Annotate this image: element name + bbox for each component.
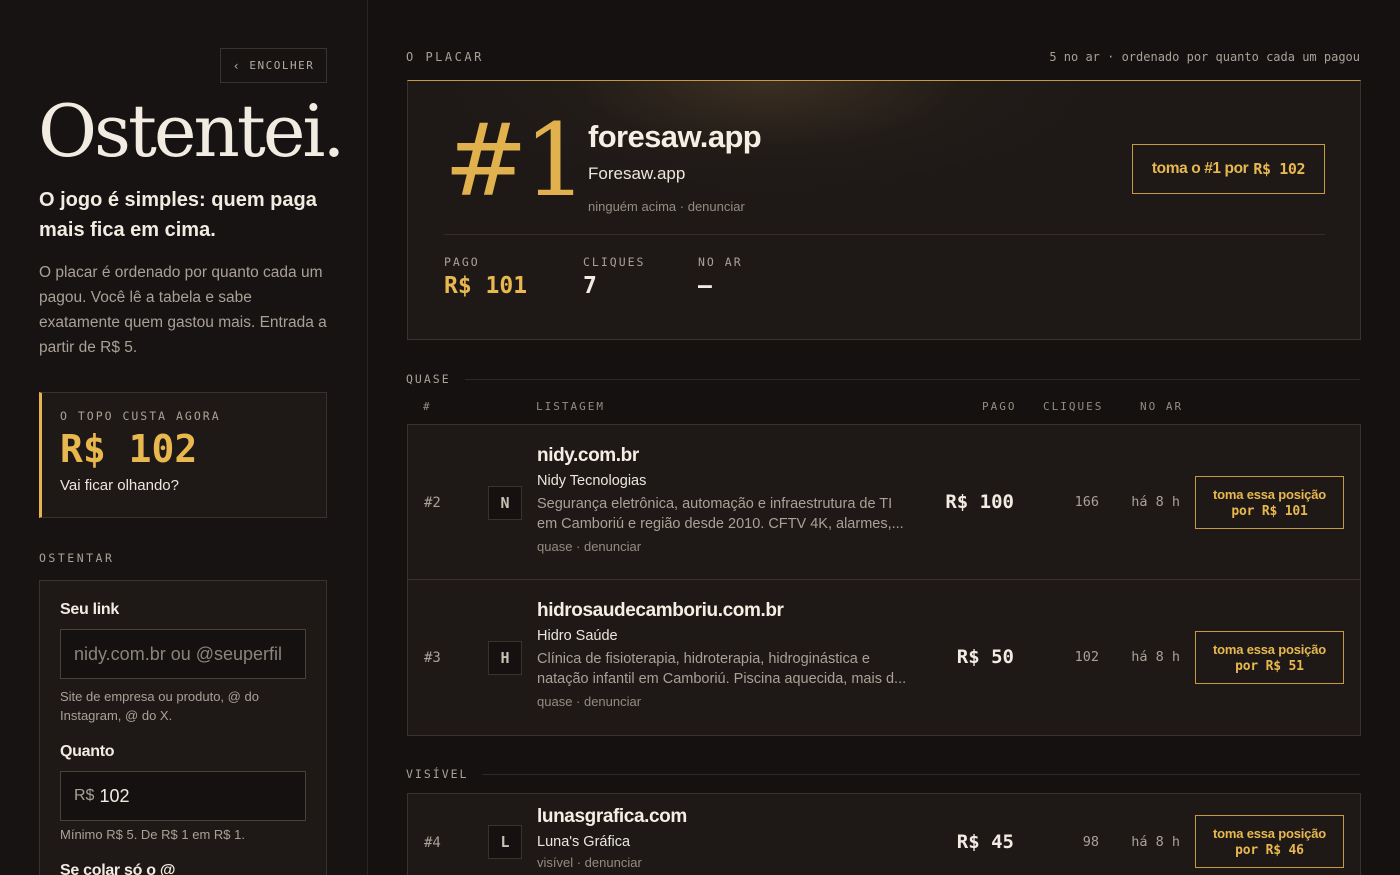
amount-field-label: Quanto — [60, 743, 115, 760]
brand-logo: Ostentei. — [38, 89, 345, 173]
stat-clicks-label: CLIQUES — [583, 255, 646, 269]
group-quase: QUASE — [406, 372, 1360, 386]
row-info: nidy.com.br Nidy Tecnologias Segurança e… — [537, 445, 909, 554]
stat-paid-label: PAGO — [444, 255, 480, 269]
leader-stat-air: NO AR — — [698, 255, 743, 299]
take-position-label: toma essa posição — [1213, 641, 1326, 657]
top-price-sub: Vai ficar olhando? — [60, 477, 179, 494]
link-field-wrapper — [60, 629, 306, 679]
leader-stat-clicks: CLIQUES 7 — [583, 255, 645, 299]
group-visivel-label: VISÍVEL — [406, 767, 469, 781]
top-price-value: R$ 102 — [60, 427, 198, 471]
row-domain-link[interactable]: nidy.com.br — [537, 445, 909, 467]
take-position-label: toma essa posição — [1213, 486, 1326, 502]
collapse-label: ENCOLHER — [249, 59, 315, 72]
link-field-label: Seu link — [60, 601, 119, 618]
group-quase-label: QUASE — [406, 372, 451, 386]
leader-card: #1 foresaw.app Foresaw.app ninguém acima… — [407, 80, 1361, 340]
top-price-label: O TOPO CUSTA AGORA — [60, 409, 221, 423]
take-first-amount: R$ 102 — [1253, 160, 1306, 178]
col-paid-header: PAGO — [982, 400, 1017, 413]
row-air: há 8 h — [1131, 494, 1180, 510]
leader-meta[interactable]: ninguém acima · denunciar — [588, 199, 745, 214]
row-air: há 8 h — [1131, 649, 1180, 665]
chevron-left-icon: ‹ — [232, 58, 242, 73]
leader-name: Foresaw.app — [588, 164, 686, 183]
intro-text: O placar é ordenado por quanto cada um p… — [39, 264, 327, 356]
board-summary: 5 no ar · ordenado por quanto cada um pa… — [1049, 50, 1360, 64]
collapse-button[interactable]: ‹ ENCOLHER — [220, 48, 327, 83]
row-clicks: 166 — [1074, 494, 1099, 510]
group-visivel: VISÍVEL — [406, 767, 1360, 781]
leader-divider — [444, 234, 1325, 235]
group-divider — [482, 773, 1360, 775]
row-rank: #3 — [424, 650, 441, 666]
row-name: Hidro Saúde — [537, 628, 618, 644]
row-meta[interactable]: quase · denunciar — [537, 694, 909, 709]
board-title: O PLACAR — [406, 50, 484, 64]
row-name: Luna's Gráfica — [537, 834, 631, 850]
row-paid: R$ 45 — [956, 831, 1014, 853]
table-row: #4 L lunasgrafica.com Luna's Gráfica vis… — [408, 794, 1360, 875]
take-position-button[interactable]: toma essa posição por R$ 51 — [1195, 631, 1344, 684]
row-clicks: 102 — [1074, 649, 1099, 665]
take-position-amount: por R$ 46 — [1235, 842, 1304, 858]
take-position-button[interactable]: toma essa posição por R$ 46 — [1195, 815, 1344, 868]
table-row: #2 N nidy.com.br Nidy Tecnologias Segura… — [408, 425, 1360, 580]
sidebar: ‹ ENCOLHER Ostentei. O jogo é simples: q… — [0, 0, 368, 875]
row-paid: R$ 50 — [956, 646, 1014, 668]
leader-domain-link[interactable]: foresaw.app — [588, 119, 762, 155]
col-listing-header: LISTAGEM — [536, 400, 605, 413]
rows-quase: #2 N nidy.com.br Nidy Tecnologias Segura… — [407, 424, 1361, 736]
row-meta[interactable]: quase · denunciar — [537, 539, 909, 554]
take-first-button[interactable]: toma o #1 por R$ 102 — [1132, 144, 1325, 194]
stat-air-value: — — [698, 273, 712, 299]
link-field-hint: Site de empresa ou produto, @ do Instagr… — [60, 689, 259, 723]
ostentar-section-label: OSTENTAR — [39, 551, 115, 565]
ostentar-form: Seu link Site de empresa ou produto, @ d… — [39, 580, 327, 875]
row-clicks: 98 — [1082, 834, 1099, 850]
currency-prefix: R$ — [74, 787, 95, 804]
row-rank: #4 — [424, 835, 441, 851]
board-header: O PLACAR 5 no ar · ordenado por quanto c… — [406, 50, 1360, 64]
group-divider — [464, 378, 1360, 380]
tagline: O jogo é simples: quem paga mais fica em… — [39, 189, 317, 241]
rows-visivel: #4 L lunasgrafica.com Luna's Gráfica vis… — [407, 793, 1361, 875]
row-description: Segurança eletrônica, automação e infrae… — [537, 496, 904, 532]
row-domain-link[interactable]: lunasgrafica.com — [537, 806, 909, 828]
leaderboard: O PLACAR 5 no ar · ordenado por quanto c… — [368, 0, 1400, 875]
row-name: Nidy Tecnologias — [537, 473, 647, 489]
col-clicks-header: CLIQUES — [1043, 400, 1104, 413]
row-info: hidrosaudecamboriu.com.br Hidro Saúde Cl… — [537, 600, 909, 709]
row-meta[interactable]: visível · denunciar — [537, 855, 909, 870]
row-domain-link[interactable]: hidrosaudecamboriu.com.br — [537, 600, 909, 622]
avatar: L — [488, 825, 522, 859]
amount-field-hint: Mínimo R$ 5. De R$ 1 em R$ 1. — [60, 827, 245, 842]
take-first-label: toma o #1 por — [1151, 160, 1249, 177]
col-rank-header: # — [423, 400, 432, 413]
stat-clicks-value: 7 — [583, 273, 597, 299]
leader-rank: #1 — [444, 102, 587, 219]
amount-field-wrapper: R$ — [60, 771, 306, 821]
row-air: há 8 h — [1131, 834, 1180, 850]
row-paid: R$ 100 — [945, 491, 1014, 513]
col-air-header: NO AR — [1140, 400, 1184, 413]
take-position-amount: por R$ 101 — [1231, 503, 1308, 519]
take-position-label: toma essa posição — [1213, 825, 1326, 841]
row-rank: #2 — [424, 495, 441, 511]
row-info: lunasgrafica.com Luna's Gráfica visível … — [537, 806, 909, 870]
handle-field-label: Se colar só o @ — [60, 862, 176, 875]
avatar: N — [488, 486, 522, 520]
leader-stat-paid: PAGO R$ 101 — [444, 255, 527, 299]
take-position-amount: por R$ 51 — [1235, 658, 1304, 674]
row-description: Clínica de fisioterapia, hidroterapia, h… — [537, 651, 907, 687]
top-price-card: O TOPO CUSTA AGORA R$ 102 Vai ficar olha… — [39, 392, 327, 518]
stat-paid-value: R$ 101 — [444, 273, 528, 299]
stat-air-label: NO AR — [698, 255, 743, 269]
avatar: H — [488, 641, 522, 675]
amount-input[interactable] — [99, 785, 292, 807]
link-input[interactable] — [74, 643, 292, 665]
table-row: #3 H hidrosaudecamboriu.com.br Hidro Saú… — [408, 580, 1360, 735]
take-position-button[interactable]: toma essa posição por R$ 101 — [1195, 476, 1344, 529]
